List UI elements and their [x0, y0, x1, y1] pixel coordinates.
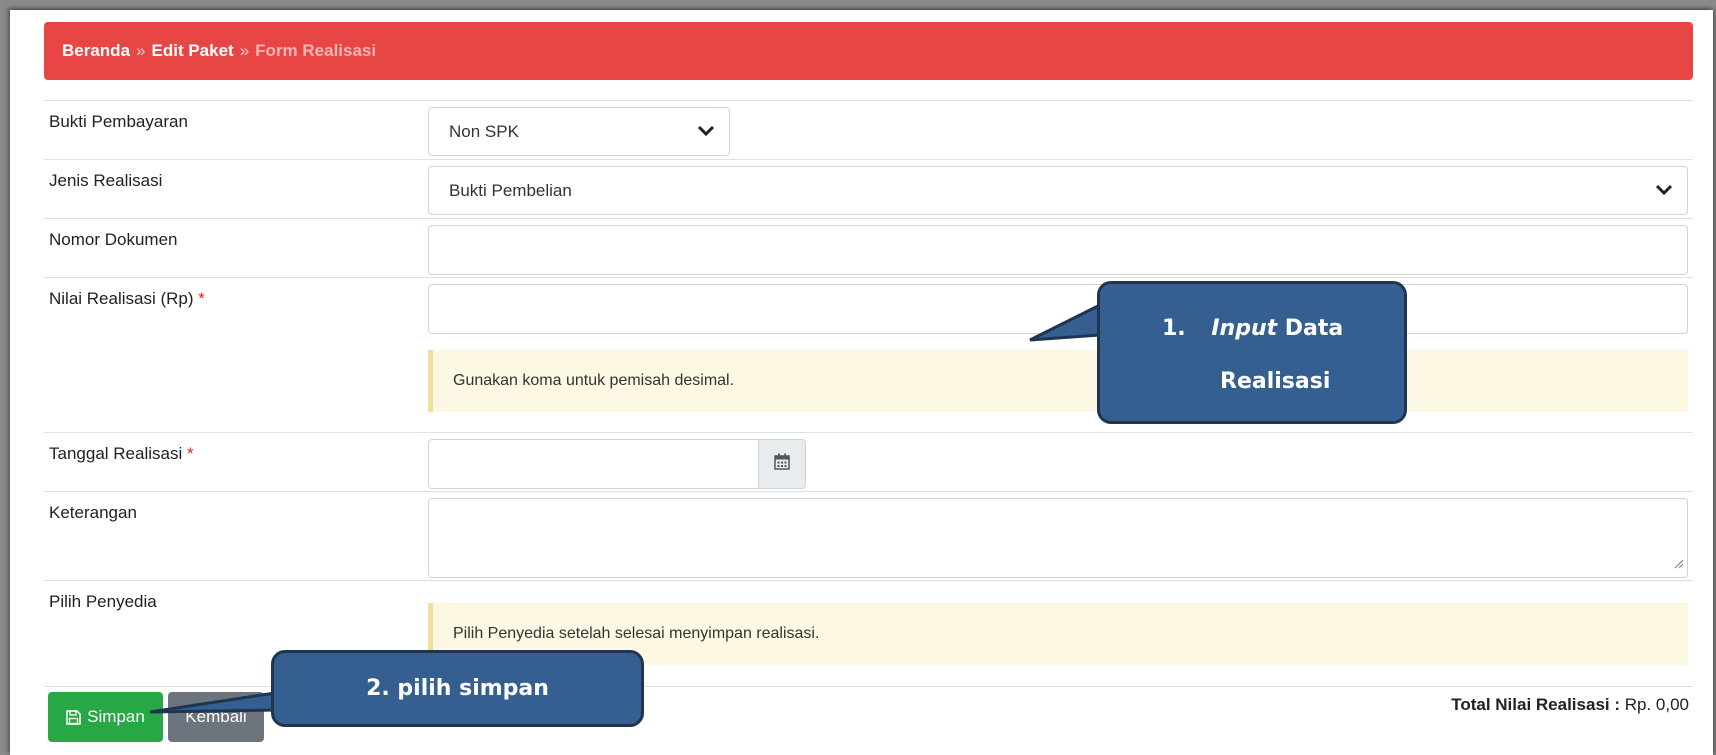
callout-input-data: 1. Input Data Realisasi	[1097, 281, 1407, 424]
callout-pilih-simpan: 2. pilih simpan	[271, 650, 644, 727]
callout-2-text: 2. pilih simpan	[366, 676, 549, 701]
callout-pointers	[149, 302, 1102, 714]
callout-1-italic: Input	[1211, 316, 1278, 341]
callout-1-number: 1.	[1162, 316, 1186, 341]
callout-1-rest: Data	[1284, 316, 1344, 341]
callout-1-line2: Realisasi	[1220, 369, 1331, 394]
callout-2-pointer	[149, 691, 277, 714]
callout-1-pointer	[1029, 302, 1102, 342]
